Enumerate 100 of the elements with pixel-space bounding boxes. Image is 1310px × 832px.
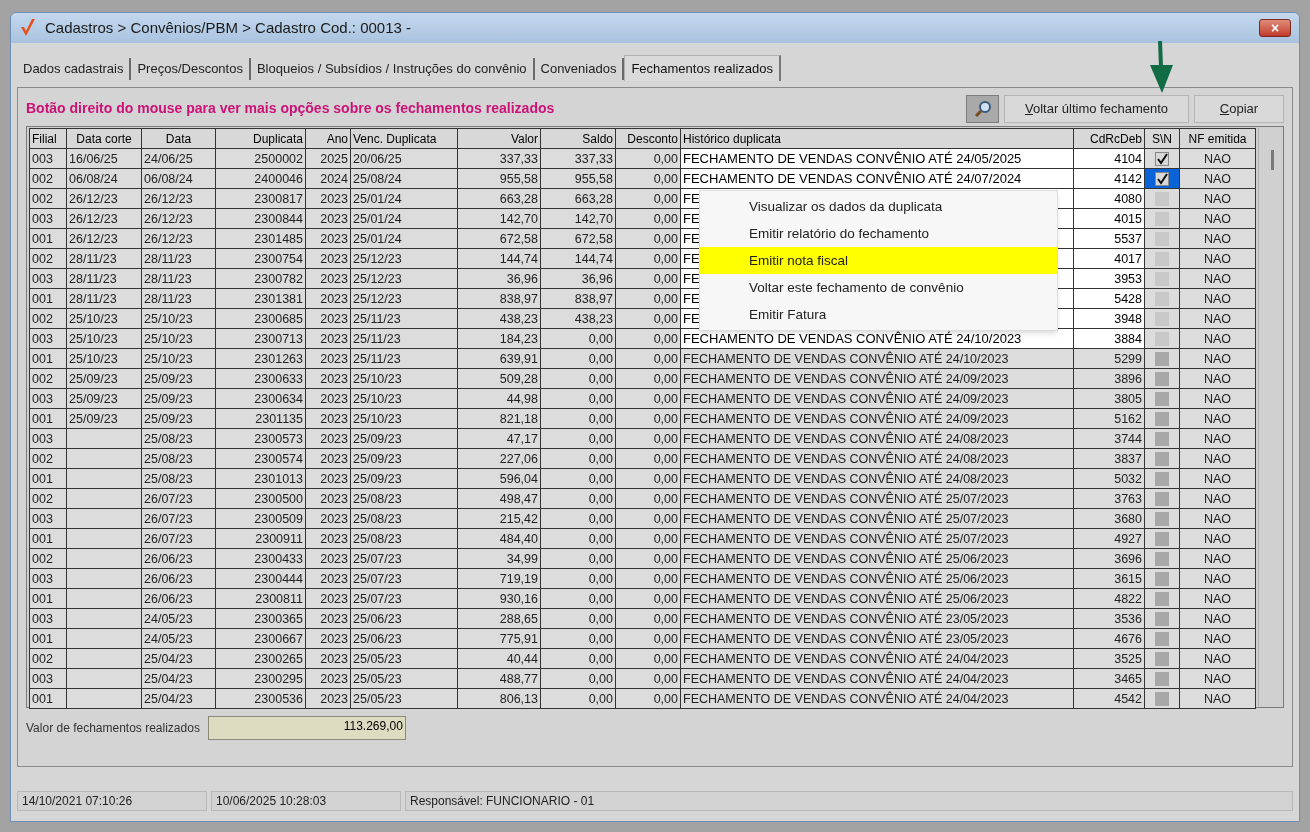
column-header[interactable]: Venc. Duplicata <box>350 128 458 149</box>
history-cell: FECHAMENTO DE VENDAS CONVÊNIO ATÉ 25/07/2023 <box>680 508 1074 529</box>
table-cell: 001 <box>29 408 67 429</box>
checkbox[interactable] <box>1155 671 1169 686</box>
table-cell: 003 <box>29 508 67 529</box>
history-cell: FECHAMENTO DE VENDAS CONVÊNIO ATÉ 23/05/2023 <box>680 608 1074 629</box>
history-cell: FECHAMENTO DE VENDAS CONVÊNIO ATÉ 25/06/2023 <box>680 548 1074 569</box>
table-cell: 002 <box>29 488 67 509</box>
table-cell: 003 <box>29 208 67 229</box>
table-cell: 003 <box>29 328 67 349</box>
annotation-arrow <box>1147 41 1175 94</box>
table-cell: 003 <box>29 428 67 449</box>
table-cell: 001 <box>29 348 67 369</box>
history-cell: FECHAMENTO DE VENDAS CONVÊNIO ATÉ 24/09/2023 <box>680 388 1074 409</box>
column-header[interactable]: Data <box>141 128 216 149</box>
column-header[interactable]: Filial <box>29 128 67 149</box>
undo-last-closing-button[interactable]: Voltar último fechamento <box>1004 94 1189 123</box>
history-cell: FECHAMENTO DE VENDAS CONVÊNIO ATÉ 24/10/2023 <box>680 348 1074 369</box>
table-cell: 003 <box>29 668 67 689</box>
tab[interactable]: Dados cadastrais <box>17 58 132 80</box>
table-cell: 003 <box>29 608 67 629</box>
checkbox[interactable] <box>1155 411 1169 426</box>
checkbox[interactable] <box>1155 611 1169 626</box>
copy-button[interactable]: Copiar <box>1194 94 1284 123</box>
history-cell: FECHAMENTO DE VENDAS CONVÊNIO ATÉ 23/05/2023 <box>680 628 1074 649</box>
status-field: 14/10/2021 07:10:26 <box>17 791 207 811</box>
checkbox[interactable] <box>1155 651 1169 666</box>
history-cell: FECHAMENTO DE VENDAS CONVÊNIO ATÉ 25/06/2023 <box>680 588 1074 609</box>
history-cell: FECHAMENTO DE VENDAS CONVÊNIO ATÉ 24/04/2023 <box>680 688 1074 709</box>
history-cell: FECHAMENTO DE VENDAS CONVÊNIO ATÉ 24/08/2023 <box>680 428 1074 449</box>
checkbox[interactable] <box>1155 591 1169 606</box>
table-cell: 001 <box>29 528 67 549</box>
column-header[interactable]: NF emitida <box>1179 128 1256 149</box>
close-button[interactable]: × <box>1259 19 1291 37</box>
history-cell: FECHAMENTO DE VENDAS CONVÊNIO ATÉ 24/08/2023 <box>680 468 1074 489</box>
table-cell: 001 <box>29 228 67 249</box>
checkbox[interactable] <box>1155 471 1169 486</box>
column-header[interactable]: Histórico duplicata <box>680 128 1074 149</box>
status-field: Responsável: FUNCIONARIO - 01 <box>405 791 1293 811</box>
table-cell: 001 <box>29 288 67 309</box>
table-cell: 002 <box>29 168 67 189</box>
history-cell: FECHAMENTO DE VENDAS CONVÊNIO ATÉ 24/04/2023 <box>680 648 1074 669</box>
scrollbar-thumb[interactable] <box>1271 150 1274 170</box>
checkbox[interactable] <box>1155 551 1169 566</box>
table-cell: 002 <box>29 448 67 469</box>
tab[interactable]: Bloqueios / Subsídios / Instruções do convênio <box>250 58 535 80</box>
column-header[interactable]: S\N <box>1144 128 1180 149</box>
column-header[interactable]: CdRcDeb <box>1073 128 1145 149</box>
table-cell: 002 <box>29 308 67 329</box>
hint-text: Botão direito do mouse para ver mais opções sobre os fechamentos realizados <box>26 99 555 118</box>
column-header[interactable]: Desconto <box>615 128 681 149</box>
checkbox[interactable] <box>1155 631 1169 646</box>
checkbox[interactable] <box>1155 351 1169 366</box>
checkbox[interactable] <box>1155 491 1169 506</box>
history-cell: FECHAMENTO DE VENDAS CONVÊNIO ATÉ 24/09/2023 <box>680 408 1074 429</box>
checkbox[interactable] <box>1155 531 1169 546</box>
search-button[interactable] <box>966 94 999 123</box>
table-cell: 002 <box>29 548 67 569</box>
tab[interactable]: Preços/Descontos <box>131 58 251 80</box>
history-cell: FECHAMENTO DE VENDAS CONVÊNIO ATÉ 24/09/2023 <box>680 368 1074 389</box>
checkbox[interactable] <box>1155 511 1169 526</box>
status-field: 10/06/2025 10:28:03 <box>211 791 401 811</box>
table-cell: 002 <box>29 368 67 389</box>
column-header[interactable]: Duplicata <box>215 128 306 149</box>
checkbox[interactable] <box>1155 391 1169 406</box>
table-cell: 003 <box>29 568 67 589</box>
checkmark-logo-icon <box>19 18 37 38</box>
history-cell: FECHAMENTO DE VENDAS CONVÊNIO ATÉ 25/07/2023 <box>680 488 1074 509</box>
checkbox[interactable] <box>1155 571 1169 586</box>
checkbox[interactable] <box>1155 171 1169 186</box>
checkbox[interactable] <box>1155 371 1169 386</box>
menu-item[interactable]: Emitir nota fiscal <box>700 247 1057 274</box>
table-cell: 002 <box>29 248 67 269</box>
history-cell: FECHAMENTO DE VENDAS CONVÊNIO ATÉ 24/08/2023 <box>680 448 1074 469</box>
table-cell: 002 <box>29 188 67 209</box>
total-label: Valor de fechamentos realizados <box>26 720 200 737</box>
total-field: 113.269,00 <box>207 716 406 740</box>
table-cell: 001 <box>29 628 67 649</box>
column-header[interactable]: Data corte <box>66 128 142 149</box>
history-cell: FECHAMENTO DE VENDAS CONVÊNIO ATÉ 24/07/2024 <box>680 168 1074 189</box>
checkbox[interactable] <box>1155 691 1169 706</box>
tab[interactable]: Fechamentos realizados <box>624 55 782 81</box>
checkbox[interactable] <box>1155 151 1169 166</box>
table-cell: 003 <box>29 268 67 289</box>
checkbox[interactable] <box>1155 431 1169 446</box>
history-cell: FECHAMENTO DE VENDAS CONVÊNIO ATÉ 25/07/2023 <box>680 528 1074 549</box>
table-cell: 003 <box>29 388 67 409</box>
table-cell: 001 <box>29 688 67 709</box>
table-cell: 002 <box>29 648 67 669</box>
history-cell: FECHAMENTO DE VENDAS CONVÊNIO ATÉ 24/05/2025 <box>680 148 1074 169</box>
column-header[interactable]: Saldo <box>540 128 616 149</box>
table-cell: 001 <box>29 588 67 609</box>
column-header[interactable]: Ano <box>305 128 351 149</box>
magnifier-icon <box>973 99 992 118</box>
checkbox[interactable] <box>1155 451 1169 466</box>
table-cell: 001 <box>29 468 67 489</box>
history-cell: FECHAMENTO DE VENDAS CONVÊNIO ATÉ 25/06/2023 <box>680 568 1074 589</box>
column-header[interactable]: Valor <box>457 128 541 149</box>
window-title: Cadastros > Convênios/PBM > Cadastro Cod.: 00013 - <box>45 17 412 38</box>
table-cell: 003 <box>29 148 67 169</box>
